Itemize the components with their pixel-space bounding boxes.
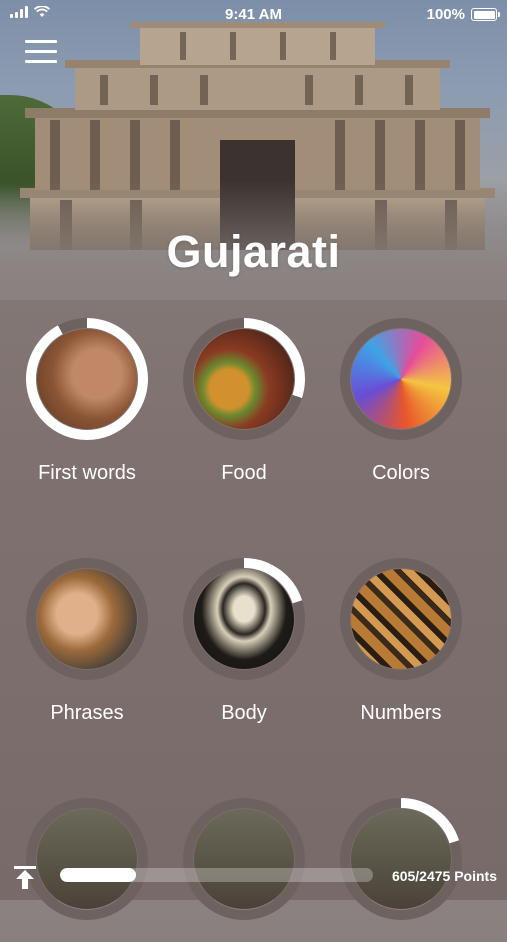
category-progress-ring [26,558,148,680]
hamburger-menu-icon[interactable] [25,40,57,64]
status-bar: 9:41 AM 100% [0,0,507,30]
category-item[interactable]: Colors [331,318,471,485]
category-item[interactable]: Food [174,318,314,485]
category-progress-ring [26,318,148,440]
scroll-to-top-icon[interactable] [12,864,38,890]
category-item[interactable]: First words [17,318,157,485]
category-label: Numbers [360,702,442,724]
category-item[interactable]: Numbers [331,558,471,725]
smiling-woman-photo [37,569,137,669]
wooden-numbers-photo [351,569,451,669]
color-powder-photo [351,329,451,429]
battery-icon [471,8,500,21]
category-progress-ring [183,318,305,440]
category-label: Colors [372,462,430,484]
category-label: First words [38,462,136,484]
category-label: Food [221,462,267,484]
points-progress-fill [60,868,137,882]
category-item[interactable]: Body [174,558,314,725]
page-title: Gujarati [166,226,341,277]
category-item[interactable]: Phrases [17,558,157,725]
category-progress-ring [340,558,462,680]
battery-percent: 100% [426,6,465,23]
category-progress-ring [183,558,305,680]
skeleton-photo [194,569,294,669]
points-progress-bar [60,868,373,882]
category-label: Phrases [50,702,124,724]
baby-face-photo [37,329,137,429]
burger-food-photo [194,329,294,429]
category-label: Body [221,702,267,724]
bottom-bar: 605/2475 Points [0,852,507,900]
category-progress-ring [340,318,462,440]
points-text: 605/2475 Points [391,868,497,884]
